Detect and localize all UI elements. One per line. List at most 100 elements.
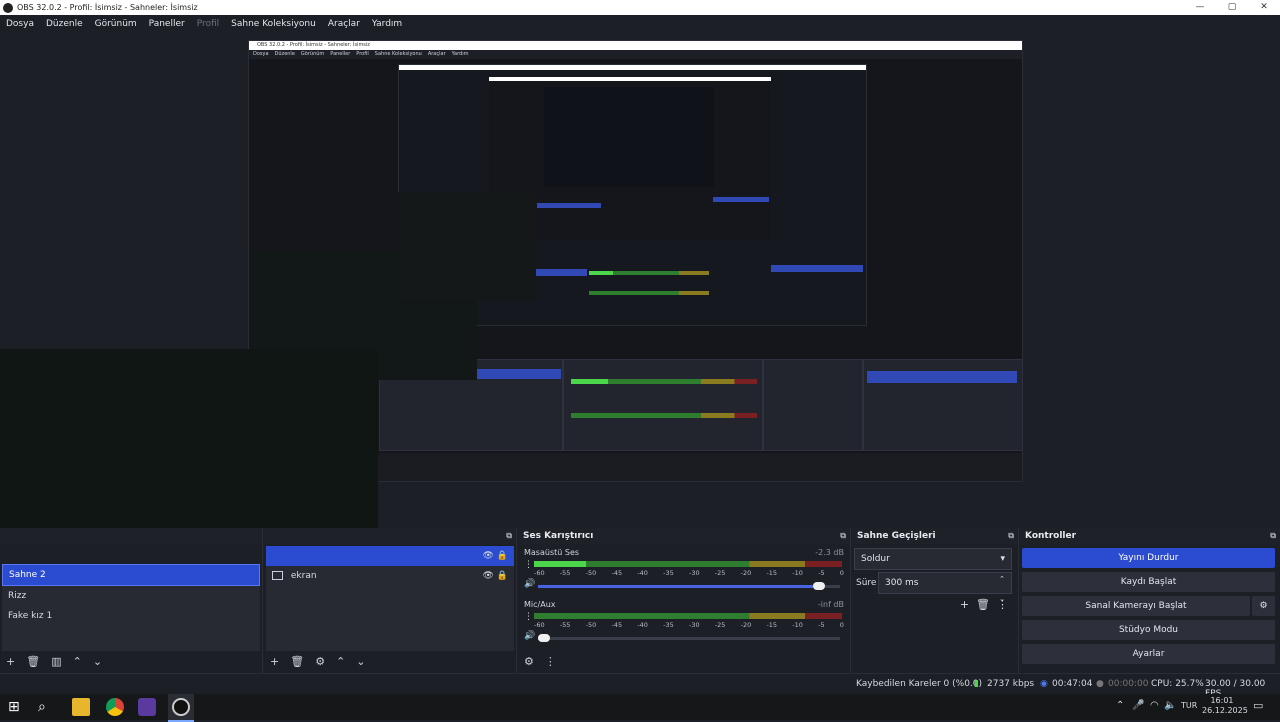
advanced-audio-icon[interactable]: ⚙ — [524, 655, 534, 668]
dock-popout-icon[interactable]: ⧉ — [1270, 528, 1276, 544]
recursive-meter — [571, 379, 757, 384]
minimize-button[interactable]: — — [1184, 0, 1216, 15]
start-virtual-camera-button[interactable]: Sanal Kamerayı Başlat — [1022, 596, 1250, 616]
speaker-icon[interactable]: 🔊 — [524, 631, 535, 641]
menu-profile[interactable]: Profil — [197, 19, 219, 29]
channel-menu-icon[interactable]: ⋮ — [524, 560, 533, 570]
channel-name: Masaüstü Ses — [524, 548, 580, 557]
obs-taskbar-icon[interactable] — [168, 694, 194, 722]
dock-popout-icon[interactable]: ⧉ — [840, 528, 846, 544]
studio-mode-button[interactable]: Stüdyo Modu — [1022, 620, 1275, 640]
sources-dock: ⧉ 👁 🔒 ekran 👁 🔒 + 🗑 ⚙ ⌃ ⌄ — [264, 528, 517, 673]
source-row-selected[interactable]: 👁 🔒 — [266, 546, 514, 566]
recursive-stop-stream — [867, 371, 1017, 383]
windows-start-icon[interactable]: ⊞ — [8, 698, 26, 716]
audio-channel: Mic/Aux -inf dB ⋮ -60 -55 -50 -45 -40 -35 -30-… — [524, 600, 844, 648]
stop-streaming-button[interactable]: Yayını Durdur — [1022, 548, 1275, 568]
menu-bar: Dosya Düzenle Görünüm Paneller Profil Sa… — [0, 15, 1280, 32]
menu-file[interactable]: Dosya — [6, 19, 34, 29]
volume-meter — [534, 561, 842, 567]
menu-tools[interactable]: Araçlar — [328, 19, 360, 29]
scene-item[interactable]: Fake kız 1 — [2, 606, 260, 626]
recursive-obs-window-4 — [544, 87, 714, 187]
menu-edit[interactable]: Düzenle — [46, 19, 83, 29]
app-icon[interactable] — [138, 698, 156, 716]
file-explorer-icon[interactable] — [72, 698, 90, 716]
transition-menu-icon[interactable]: ⋮ — [997, 598, 1008, 611]
add-source-icon[interactable]: + — [270, 655, 279, 668]
scene-filter-icon[interactable]: ▥ — [51, 655, 61, 668]
remove-scene-icon[interactable]: 🗑 — [26, 655, 40, 668]
scenes-dock: Sahne 2 Rizz Fake kız 1 + 🗑 ▥ ⌃ ⌄ — [0, 528, 263, 673]
preview-canvas[interactable]: OBS 32.0.2 - Profil: İsimsiz - Sahneler:… — [0, 32, 1280, 528]
speaker-icon[interactable]: 🔊 — [524, 579, 535, 589]
transition-select[interactable]: Soldur ▾ — [854, 548, 1012, 570]
volume-slider[interactable] — [538, 582, 840, 590]
duration-spinbox[interactable]: 300 ms ⌃ ⌄ — [878, 572, 1012, 603]
webcam-frame-3 — [398, 192, 536, 300]
maximize-button[interactable]: ▢ — [1216, 0, 1248, 15]
source-name: ekran — [290, 571, 317, 581]
volume-meter — [534, 613, 842, 619]
clock[interactable]: 16:01 26.12.2025 — [1202, 696, 1248, 716]
meter-ticks: -60 -55 -50 -45 -40 -35 -30 -25 -20 -15 -10 -5 0 — [534, 569, 844, 577]
start-recording-button[interactable]: Kaydı Başlat — [1022, 572, 1275, 592]
channel-menu-icon[interactable]: ⋮ — [524, 612, 533, 622]
recursive-title: OBS 32.0.2 - Profil: İsimsiz - Sahneler:… — [249, 41, 1022, 50]
close-button[interactable]: ✕ — [1248, 0, 1280, 15]
microphone-icon[interactable]: 🎤 — [1132, 700, 1144, 711]
scene-item[interactable]: Rizz — [2, 586, 260, 606]
menu-scene-collection[interactable]: Sahne Koleksiyonu — [231, 19, 316, 29]
add-transition-icon[interactable]: + — [960, 598, 969, 611]
menu-help[interactable]: Yardım — [372, 19, 402, 29]
signal-icon: ▮ — [974, 679, 979, 689]
mixer-toolbar: ⚙ ⋮ — [518, 653, 850, 669]
source-row[interactable]: ekran 👁 🔒 — [266, 566, 514, 586]
audio-channel: Masaüstü Ses -2.3 dB ⋮ -60 -55 -50 -45 -40 -3… — [524, 548, 844, 596]
recursive-menu: Dosya Düzenle Görünüm Paneller Profil Sahne K… — [249, 50, 1022, 59]
sources-header: ⧉ — [264, 528, 516, 544]
sources-toolbar: + 🗑 ⚙ ⌃ ⌄ — [264, 653, 516, 669]
volume-slider[interactable] — [538, 634, 840, 642]
add-scene-icon[interactable]: + — [6, 655, 15, 668]
meter-ticks: -60 -55 -50 -45 -40 -35 -30 -25 -20 -15 -10 -5 0 — [534, 621, 844, 629]
transitions-dock: Sahne Geçişleri ⧉ Soldur ▾ Süre 300 ms ⌃ ⌄… — [852, 528, 1019, 673]
scenes-header — [0, 528, 262, 544]
search-icon[interactable]: ⌕ — [38, 698, 56, 716]
scene-item[interactable]: Sahne 2 — [2, 564, 260, 586]
menu-view[interactable]: Görünüm — [95, 19, 137, 29]
menu-docks[interactable]: Paneller — [149, 19, 185, 29]
network-icon[interactable]: ◠ — [1150, 700, 1159, 711]
visibility-lock-icons[interactable]: 👁 🔒 — [483, 546, 509, 566]
move-up-icon[interactable]: ⌃ — [73, 655, 82, 668]
dock-popout-icon[interactable]: ⧉ — [506, 528, 512, 544]
controls-header: Kontroller ⧉ — [1020, 528, 1280, 544]
chrome-icon[interactable] — [106, 698, 124, 716]
mixer-menu-icon[interactable]: ⋮ — [545, 655, 556, 668]
sources-list: 👁 🔒 ekran 👁 🔒 — [266, 546, 514, 651]
move-down-icon[interactable]: ⌄ — [93, 655, 102, 668]
move-up-icon[interactable]: ⌃ — [336, 655, 345, 668]
taskbar: ⊞ ⌕ ⌃ 🎤 ◠ 🔈 TUR 16:01 26.12.2025 ▭ — [0, 694, 1280, 722]
remove-source-icon[interactable]: 🗑 — [290, 655, 304, 668]
remove-transition-icon[interactable]: 🗑 — [976, 598, 990, 611]
volume-icon[interactable]: 🔈 — [1164, 700, 1176, 711]
bitrate: 2737 kbps — [987, 679, 1035, 689]
move-down-icon[interactable]: ⌄ — [356, 655, 365, 668]
virtual-camera-settings-icon[interactable]: ⚙ — [1252, 596, 1275, 616]
settings-button[interactable]: Ayarlar — [1022, 644, 1275, 664]
language-indicator[interactable]: TUR — [1181, 701, 1197, 710]
scenes-toolbar: + 🗑 ▥ ⌃ ⌄ — [0, 653, 262, 669]
webcam-frame — [0, 349, 378, 528]
stream-icon: ◉ — [1040, 679, 1048, 689]
channel-db: -2.3 dB — [815, 548, 844, 557]
notifications-icon[interactable]: ▭ — [1253, 699, 1263, 712]
dock-popout-icon[interactable]: ⧉ — [1008, 528, 1014, 544]
visibility-lock-icons[interactable]: 👁 🔒 — [483, 566, 509, 586]
tray-chevron-icon[interactable]: ⌃ — [1116, 700, 1124, 711]
title-bar: OBS 32.0.2 - Profil: İsimsiz - Sahneler:… — [0, 0, 1280, 15]
source-settings-icon[interactable]: ⚙ — [315, 655, 325, 668]
channel-name: Mic/Aux — [524, 600, 556, 609]
controls-dock: Kontroller ⧉ Yayını Durdur Kaydı Başlat S… — [1020, 528, 1280, 673]
record-time: 00:00:00 — [1108, 679, 1149, 689]
